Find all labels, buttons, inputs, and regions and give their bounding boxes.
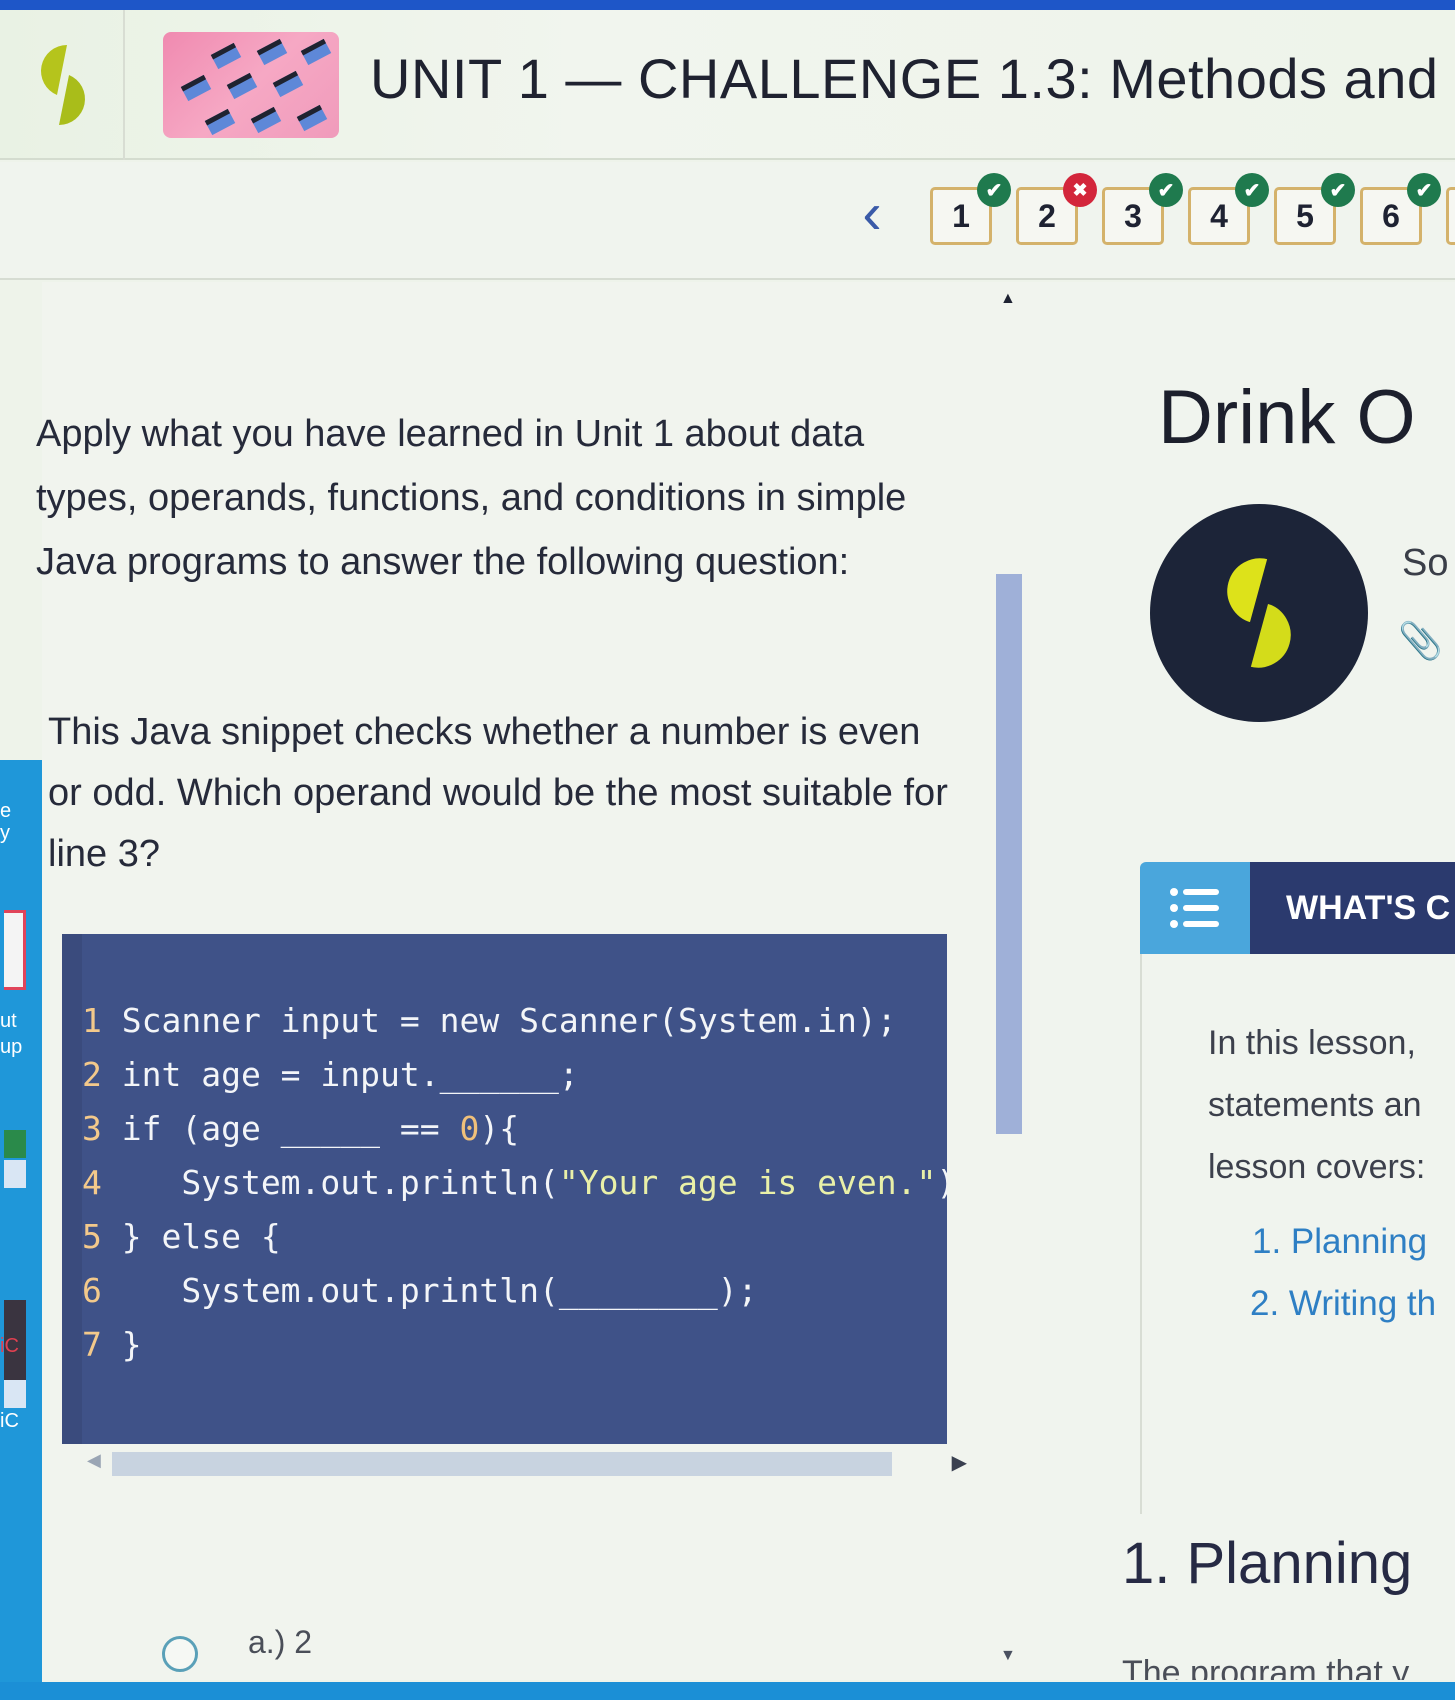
scroll-left-icon[interactable]: ◀ [87, 1450, 101, 1471]
chevron-left-icon: ‹ [862, 181, 882, 246]
code-line: 3 if (age _____ == 0){ [82, 1102, 947, 1156]
check-icon: ✔ [1321, 173, 1355, 207]
code-text: ); [936, 1163, 947, 1202]
question-2-button[interactable]: 2 ✖ [1016, 173, 1097, 245]
line-number: 4 [82, 1163, 102, 1202]
desktop-text-fragment: iC [0, 1410, 19, 1432]
code-number: 0 [459, 1109, 480, 1148]
line-number: 2 [82, 1055, 102, 1094]
code-text: if (age _____ == [101, 1109, 460, 1148]
desktop-text-fragment: e [0, 800, 12, 822]
line-number: 5 [82, 1217, 102, 1256]
question-number: 3 [1124, 197, 1142, 234]
page-header: UNIT 1 — CHALLENGE 1.3: Methods and [0, 10, 1455, 160]
line-number: 6 [82, 1271, 102, 1310]
check-icon: ✔ [977, 173, 1011, 207]
code-text: Scanner input = new Scanner(System.in); [101, 1001, 897, 1040]
desktop-background-strip: e y ut up iC iC [0, 760, 42, 1700]
answer-option[interactable]: a.) 2 [162, 1612, 312, 1672]
toc-link-planning[interactable]: 1. Planning [1252, 1222, 1427, 1262]
sophia-logo-icon [1224, 555, 1294, 671]
code-line: 6 System.out.println(________); [82, 1264, 947, 1318]
scroll-right-icon[interactable]: ▶ [952, 1450, 967, 1475]
line-number: 7 [82, 1325, 102, 1364]
code-string: "Your age is even." [558, 1163, 937, 1202]
text-line: lesson covers: [1208, 1148, 1426, 1186]
question-text: This Java snippet checks whether a numbe… [48, 711, 948, 875]
desktop-text-fragment: y [0, 822, 10, 844]
question-number: 6 [1382, 197, 1400, 234]
whats-covered-text: In this lesson, statements an lesson cov… [1208, 1012, 1455, 1198]
section-heading: 1. Planning [1122, 1531, 1413, 1596]
question-prompt: Apply what you have learned in Unit 1 ab… [36, 413, 907, 583]
desktop-icon[interactable] [4, 910, 26, 990]
code-line: 5 } else { [82, 1210, 947, 1264]
author-name: So [1402, 542, 1449, 584]
text-line: In this lesson, [1208, 1024, 1416, 1062]
code-text: } else { [101, 1217, 281, 1256]
desktop-text-fragment: ut [0, 1010, 17, 1032]
question-5-button[interactable]: 5 ✔ [1274, 173, 1355, 245]
code-line: 4 System.out.println("Your age is even."… [82, 1156, 947, 1210]
tutorial-panel: Drink O So 📎 WHAT'S C In this lesson, st… [1040, 282, 1455, 1680]
logo-cell[interactable] [0, 10, 125, 160]
question-navigation: ‹ 1 ✔ 2 ✖ 3 ✔ 4 ✔ 5 ✔ 6 ✔ [0, 162, 1455, 280]
code-text: System.out.println(________); [101, 1271, 758, 1310]
desktop-text-fragment: up [0, 1036, 23, 1058]
tutorial-title: Drink O [1158, 375, 1416, 460]
page-title: UNIT 1 — CHALLENGE 1.3: Methods and [370, 47, 1439, 110]
scrollbar-thumb[interactable] [112, 1452, 892, 1476]
question-vertical-scrollbar[interactable]: ▲ ▼ [990, 282, 1026, 1680]
list-icon [1140, 862, 1250, 954]
answer-radio[interactable] [162, 1636, 198, 1672]
desktop-text-fragment: iC [0, 1335, 19, 1357]
question-1-button[interactable]: 1 ✔ [930, 173, 1011, 245]
desktop-icon[interactable] [4, 1130, 26, 1158]
question-number: 1 [952, 197, 970, 234]
question-number: 4 [1210, 197, 1228, 234]
question-panel: Apply what you have learned in Unit 1 ab… [36, 282, 1042, 1680]
window-top-edge [0, 0, 1455, 10]
question-4-button[interactable]: 4 ✔ [1188, 173, 1269, 245]
course-thumbnail [163, 32, 339, 138]
check-icon: ✔ [1407, 173, 1441, 207]
whats-covered-header: WHAT'S C [1140, 862, 1455, 954]
text-line: statements an [1208, 1086, 1422, 1124]
section-text: The program that y [1122, 1654, 1410, 1680]
code-text: } [101, 1325, 142, 1364]
desktop-icon[interactable] [4, 1380, 26, 1408]
previous-question-button[interactable]: ‹ [852, 184, 892, 244]
scroll-up-icon[interactable]: ▲ [1000, 290, 1016, 308]
scroll-down-icon[interactable]: ▼ [1000, 1647, 1016, 1665]
whats-covered-body: In this lesson, statements an lesson cov… [1140, 954, 1455, 1514]
toc-link-writing[interactable]: 2. Writing th [1250, 1284, 1436, 1324]
question-6-button[interactable]: 6 ✔ [1360, 173, 1441, 245]
question-3-button[interactable]: 3 ✔ [1102, 173, 1183, 245]
sophia-logo-icon [40, 45, 85, 125]
code-line: 2 int age = input.______; [82, 1048, 947, 1102]
whats-covered-title: WHAT'S C [1250, 862, 1455, 954]
paperclip-icon[interactable]: 📎 [1398, 620, 1443, 662]
check-icon: ✔ [1149, 173, 1183, 207]
scrollbar-thumb[interactable] [996, 574, 1022, 1134]
code-snippet: 1 Scanner input = new Scanner(System.in)… [62, 934, 947, 1444]
taskbar-edge [0, 1682, 1455, 1700]
answer-label: a.) 2 [248, 1623, 313, 1660]
code-line: 1 Scanner input = new Scanner(System.in)… [82, 994, 947, 1048]
author-avatar [1150, 504, 1368, 722]
code-line: 7 } [82, 1318, 947, 1372]
question-next-button[interactable] [1446, 187, 1455, 245]
question-number: 5 [1296, 197, 1314, 234]
question-number: 2 [1038, 197, 1056, 234]
x-icon: ✖ [1063, 173, 1097, 207]
desktop-icon[interactable] [4, 1160, 26, 1188]
line-number: 1 [82, 1001, 102, 1040]
code-text: System.out.println( [101, 1163, 559, 1202]
code-text: int age = input.______; [101, 1055, 579, 1094]
code-horizontal-scrollbar[interactable]: ◀ ▶ [82, 1444, 967, 1480]
check-icon: ✔ [1235, 173, 1269, 207]
line-number: 3 [82, 1109, 102, 1148]
code-text: ){ [479, 1109, 520, 1148]
